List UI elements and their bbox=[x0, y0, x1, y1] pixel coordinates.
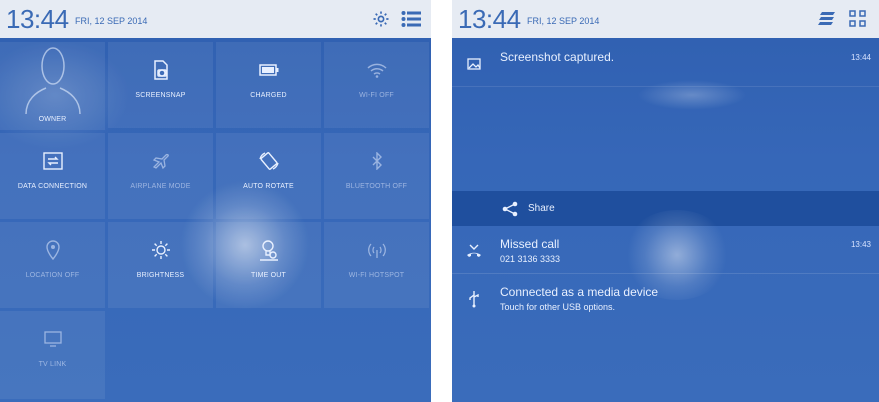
tile-auto-rotate[interactable]: AUTO ROTATE bbox=[216, 133, 321, 219]
tile-tv-link[interactable]: TV LINK bbox=[0, 311, 105, 399]
missed-call-icon bbox=[464, 240, 484, 260]
image-icon bbox=[464, 54, 484, 74]
tile-label: TIME OUT bbox=[250, 272, 287, 279]
rotate-icon bbox=[258, 149, 280, 173]
tile-label: CHARGED bbox=[250, 92, 287, 99]
share-label: Share bbox=[528, 203, 555, 214]
tile-label: AIRPLANE MODE bbox=[130, 183, 191, 190]
bluetooth-icon bbox=[371, 149, 383, 173]
tile-owner[interactable]: OWNER bbox=[0, 42, 105, 130]
clear-notifications-icon[interactable] bbox=[816, 8, 838, 30]
tile-charged[interactable]: CHARGED bbox=[216, 42, 321, 128]
date: FRI, 12 SEP 2014 bbox=[527, 16, 600, 26]
tile-label: AUTO ROTATE bbox=[243, 183, 294, 190]
notification-title: Screenshot captured. bbox=[500, 50, 615, 64]
tile-label: WI-FI OFF bbox=[359, 92, 394, 99]
location-icon bbox=[45, 238, 60, 262]
notification-subtitle: Touch for other USB options. bbox=[500, 302, 616, 312]
tile-brightness[interactable]: BRIGHTNESS bbox=[108, 222, 213, 308]
airplane-icon bbox=[152, 149, 170, 173]
tile-label: DATA CONNECTION bbox=[17, 183, 88, 190]
person-icon bbox=[24, 44, 82, 114]
clock: 13:44 bbox=[458, 4, 521, 34]
caller-number: 021 3136 3333 bbox=[500, 254, 561, 264]
tile-label: WI-FI HOTSPOT bbox=[348, 272, 405, 279]
tile-screensnap[interactable]: SCREENSNAP bbox=[108, 42, 213, 128]
tile-label: BLUETOOTH OFF bbox=[345, 183, 408, 190]
list-icon[interactable] bbox=[400, 8, 422, 30]
tile-wifi-hotspot[interactable]: WI-FI HOTSPOT bbox=[324, 222, 429, 308]
tile-bluetooth[interactable]: BLUETOOTH OFF bbox=[324, 133, 429, 219]
notification-time: 13:43 bbox=[850, 240, 871, 249]
tile-label: TV LINK bbox=[38, 361, 67, 368]
quick-settings-panel: 13:44 FRI, 12 SEP 2014 OWNER SCREENSNAP … bbox=[0, 0, 431, 402]
quick-settings-icon[interactable] bbox=[847, 8, 869, 30]
share-action-bar[interactable]: Share bbox=[452, 191, 879, 226]
notification-panel: 13:44 FRI, 12 SEP 2014 Screenshot captur… bbox=[452, 0, 879, 402]
screenshot-icon bbox=[152, 58, 170, 82]
tile-time-out[interactable]: TIME OUT bbox=[216, 222, 321, 308]
notification-title: Missed call bbox=[500, 237, 560, 251]
share-icon bbox=[502, 201, 518, 217]
missed-call-notification[interactable]: Missed call 021 3136 3333 13:43 bbox=[452, 227, 879, 274]
tile-label: SCREENSNAP bbox=[135, 92, 186, 99]
usb-icon bbox=[464, 289, 484, 309]
timeout-icon bbox=[259, 238, 278, 262]
tv-icon bbox=[43, 327, 62, 351]
screenshot-notification[interactable]: Screenshot captured. 13:44 bbox=[452, 40, 879, 190]
tile-label: BRIGHTNESS bbox=[136, 272, 185, 279]
wifi-icon bbox=[366, 58, 387, 82]
status-bar: 13:44 FRI, 12 SEP 2014 bbox=[0, 0, 431, 38]
notification-time: 13:44 bbox=[850, 53, 871, 62]
gear-icon[interactable] bbox=[370, 8, 392, 30]
tile-airplane-mode[interactable]: AIRPLANE MODE bbox=[108, 133, 213, 219]
usb-notification[interactable]: Connected as a media device Touch for ot… bbox=[452, 275, 879, 325]
tile-wifi[interactable]: WI-FI OFF bbox=[324, 42, 429, 128]
date: FRI, 12 SEP 2014 bbox=[75, 16, 148, 26]
hotspot-icon bbox=[367, 238, 387, 262]
status-bar: 13:44 FRI, 12 SEP 2014 bbox=[452, 0, 879, 38]
tile-location[interactable]: LOCATION OFF bbox=[0, 222, 105, 308]
tile-label: LOCATION OFF bbox=[25, 272, 80, 279]
tile-label: OWNER bbox=[38, 116, 67, 123]
tile-data-connection[interactable]: DATA CONNECTION bbox=[0, 133, 105, 219]
data-connection-icon bbox=[42, 149, 63, 173]
brightness-icon bbox=[151, 238, 171, 262]
clock: 13:44 bbox=[6, 4, 69, 34]
battery-icon bbox=[258, 58, 279, 82]
notification-title: Connected as a media device bbox=[500, 285, 659, 299]
